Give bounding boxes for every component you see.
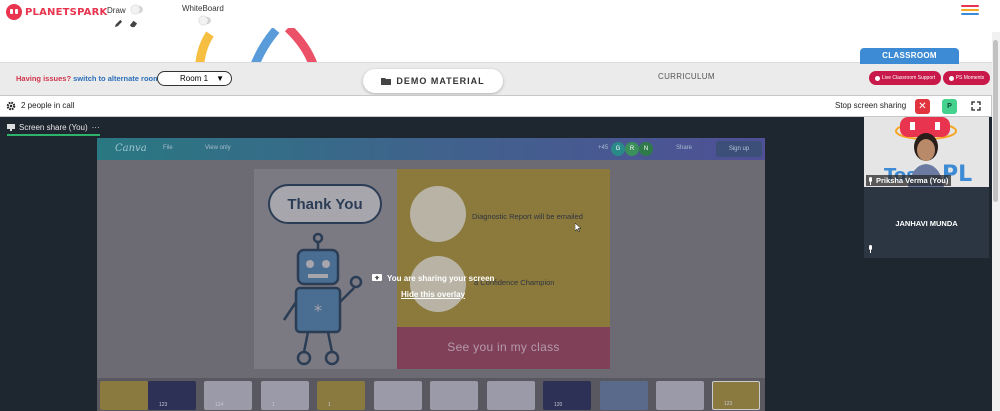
slide-thumbnail: 123 [712,381,760,410]
draw-label: Draw [107,6,126,15]
canva-avatar: R [625,142,639,156]
monitor-icon [7,123,15,131]
plus-circle-icon [874,75,880,81]
slide-thumbnail: 1 [317,381,365,410]
stop-sharing-button[interactable]: ✕ [915,99,930,114]
switch-room-link[interactable]: switch to alternate room [73,74,160,83]
whiteboard-label: WhiteBoard [182,4,224,13]
top-bar: PLANETSPARK Draw WhiteBoard [0,0,1000,32]
room-value: Room 1 [180,74,209,83]
participant-name-tag: Priksha Verma (You) [866,175,952,186]
cursor-icon [575,223,581,232]
live-support-label: Live Classroom Support [881,75,936,81]
canva-view-only: View only [205,145,231,151]
slide-thumbnail [374,381,422,410]
see-you-text: See you in my class [447,340,560,354]
pencil-icon[interactable] [114,19,123,28]
slide-thumbnail: 124 [204,381,252,410]
scrollbar-thumb[interactable] [993,40,998,202]
issue-text: Having issues? switch to alternate room [16,74,160,83]
people-count: 2 people in call [21,101,75,110]
call-header: 2 people in call Stop screen sharing ✕ P [0,95,992,117]
mic-icon [869,245,872,253]
canva-share: Share [676,145,693,151]
control-bar: Having issues? switch to alternate room … [0,62,992,95]
curriculum-tab[interactable]: CURRICULUM [658,72,715,81]
canva-signup: Sign up [716,141,762,157]
ps-moments-label: PS Moments [955,75,985,81]
sharing-message: You are sharing your screen [387,274,495,283]
whiteboard-toggle[interactable] [199,16,211,25]
plus-circle-icon [948,75,954,81]
folder-icon [381,78,392,85]
live-classroom-support-button[interactable]: Live Classroom Support [869,71,941,85]
logo-icon [6,4,22,20]
thumbnail-count: 123 [724,401,733,407]
canva-toolbar [97,138,765,160]
demo-material-label: DEMO MATERIAL [396,76,485,86]
slide-thumbnail: 120 [543,381,591,410]
slide-thumbnail [430,381,478,410]
slide-thumbnail [656,381,704,410]
sharing-overlay-message: You are sharing your screen [372,274,494,283]
slide-icon-circle [410,256,466,312]
screen-share-icon [372,274,382,281]
participant-name: Priksha Verma (You) [876,176,949,185]
slide-icon-circle [410,186,466,242]
issue-label: Having issues? [16,74,72,83]
thumbnail-count: 120 [554,402,563,408]
screen-share-tab[interactable]: Screen share (You) ··· [7,122,100,136]
draw-toggle[interactable] [131,5,143,14]
eraser-icon[interactable] [129,19,138,28]
gear-icon[interactable] [6,101,16,111]
thumbnail-count: 123 [159,402,168,408]
slide-thumbnail [100,381,148,410]
slide-thumbnail [600,381,648,410]
expand-icon[interactable] [971,101,981,111]
mic-icon [869,176,872,185]
classroom-tab[interactable]: CLASSROOM [860,48,959,64]
canva-collab-count: +45 [598,145,609,151]
canva-avatar: N [639,142,653,156]
demo-material-button[interactable]: DEMO MATERIAL [363,69,503,93]
thumbnail-count: 1 [328,402,331,408]
slide-thumbnail [487,381,535,410]
robot-illustration: * [282,232,363,366]
hamburger-menu-icon[interactable] [961,5,979,17]
logo-text: PLANETSPARK [25,6,108,18]
diagnostic-text: Diagnostic Report will be emailed [472,212,583,221]
planetspark-logo[interactable]: PLANETSPARK [6,4,107,20]
canva-logo: Canva [115,143,147,154]
thank-you-bubble: Thank You [268,184,382,224]
slide-thumbnail: 123 [148,381,196,410]
slide-thumbnail: 1 [261,381,309,410]
thumbnail-count: 124 [215,402,224,408]
stop-sharing-label: Stop screen sharing [835,101,907,110]
more-options-icon[interactable]: ··· [92,123,100,132]
ps-moments-button[interactable]: PS Moments [943,71,990,85]
participant-name: JANHAVI MUNDA [895,219,958,228]
svg-text:*: * [314,301,322,320]
canva-file-menu: File [163,145,173,151]
screen-share-label: Screen share (You) [19,122,88,132]
thumbnail-count: 1 [272,402,275,408]
caret-down-icon: ▼ [216,74,224,83]
room-select[interactable]: Room 1 ▼ [157,71,232,86]
hide-overlay-link[interactable]: Hide this overlay [401,290,465,299]
canva-avatar: G [611,142,625,156]
participant-p-button[interactable]: P [942,99,957,114]
